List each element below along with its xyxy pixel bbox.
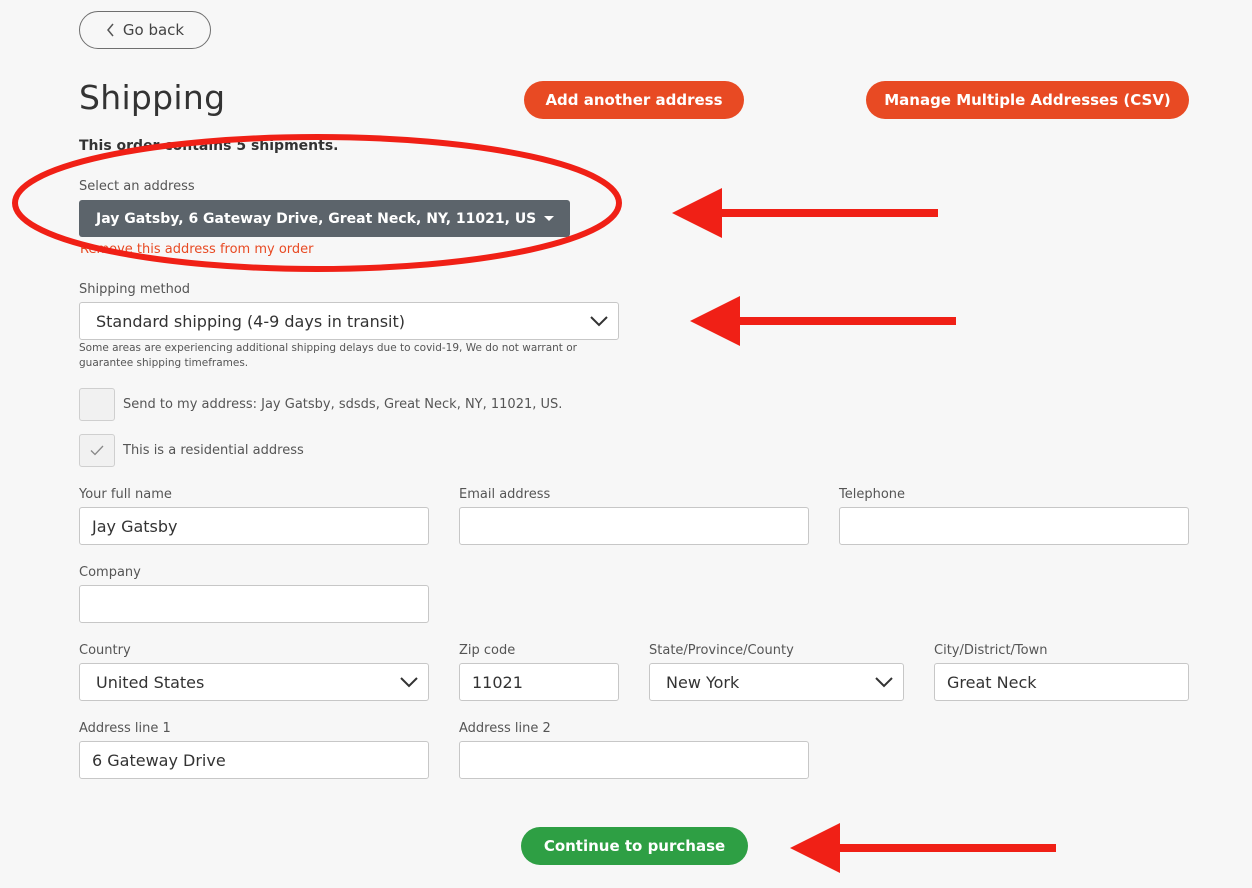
email-field[interactable] [459,507,809,545]
company-field[interactable] [79,585,429,623]
page-title: Shipping [79,78,226,117]
city-value: Great Neck [947,672,1037,692]
address-select-value: Jay Gatsby, 6 Gateway Drive, Great Neck,… [96,210,537,227]
state-label: State/Province/County [649,643,794,658]
arrow-address-icon [672,188,938,238]
country-select[interactable]: United States [79,663,429,701]
chevron-down-icon [875,677,893,688]
zip-field[interactable]: 11021 [459,663,619,701]
arrow-continue-icon [790,823,1056,873]
country-value: United States [96,672,205,692]
address-select[interactable]: Jay Gatsby, 6 Gateway Drive, Great Neck,… [79,200,570,237]
order-summary: This order contains 5 shipments. [79,138,339,154]
caret-down-icon [544,216,554,221]
shipping-delay-note: Some areas are experiencing additional s… [79,342,577,369]
full-name-label: Your full name [79,487,172,502]
shipping-method-value: Standard shipping (4-9 days in transit) [96,311,406,331]
checkmark-icon [90,445,104,456]
address-line-1-label: Address line 1 [79,721,171,736]
country-label: Country [79,643,131,658]
city-field[interactable]: Great Neck [934,663,1189,701]
address-line-2-label: Address line 2 [459,721,551,736]
remove-address-link[interactable]: Remove this address from my order [80,242,314,257]
send-to-my-address-checkbox[interactable] [79,388,115,421]
chevron-left-icon [106,23,115,37]
telephone-field[interactable] [839,507,1189,545]
go-back-button[interactable]: Go back [79,11,211,49]
go-back-label: Go back [122,21,185,39]
residential-address-label: This is a residential address [123,443,304,458]
continue-to-purchase-button[interactable]: Continue to purchase [521,827,748,865]
city-label: City/District/Town [934,643,1048,658]
address-line-2-field[interactable] [459,741,809,779]
select-address-label: Select an address [79,179,195,194]
send-to-my-address-label: Send to my address: Jay Gatsby, sdsds, G… [123,397,563,412]
full-name-field[interactable]: Jay Gatsby [79,507,429,545]
zip-value: 11021 [472,672,523,692]
company-label: Company [79,565,141,580]
add-another-address-button[interactable]: Add another address [524,81,744,119]
chevron-down-icon [400,677,418,688]
chevron-down-icon [590,316,608,327]
telephone-label: Telephone [839,487,906,502]
arrow-shipping-method-icon [690,296,956,346]
full-name-value: Jay Gatsby [92,516,178,536]
email-label: Email address [459,487,551,502]
address-line-1-field[interactable]: 6 Gateway Drive [79,741,429,779]
state-select[interactable]: New York [649,663,904,701]
address-line-1-value: 6 Gateway Drive [92,750,226,770]
manage-multiple-addresses-button[interactable]: Manage Multiple Addresses (CSV) [866,81,1189,119]
state-value: New York [666,672,740,692]
shipping-method-label: Shipping method [79,282,191,297]
residential-address-checkbox[interactable] [79,434,115,467]
shipping-method-select[interactable]: Standard shipping (4-9 days in transit) [79,302,619,340]
zip-label: Zip code [459,643,516,658]
